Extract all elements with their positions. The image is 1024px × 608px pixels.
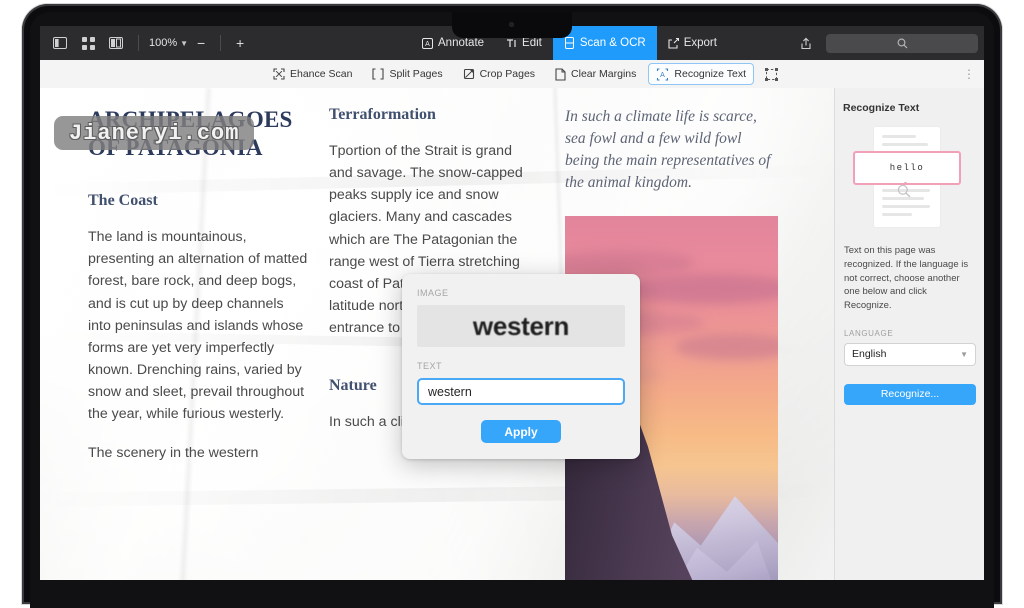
recognize-text-button[interactable]: A Recognize Text: [648, 63, 755, 85]
export-arrow-icon: [668, 37, 679, 49]
search-input[interactable]: [826, 33, 978, 53]
toolbar-left-group: 100% ▼ − +: [40, 31, 251, 55]
tab-edit-label: Edit: [522, 37, 542, 49]
scan-document-icon: [564, 37, 575, 49]
zoom-level-dropdown[interactable]: 100% ▼: [147, 37, 190, 49]
body-paragraph: The scenery in the western: [88, 444, 259, 461]
tab-export-label: Export: [683, 37, 717, 49]
enhance-scan-label: Ehance Scan: [290, 68, 353, 80]
page-layout-icon[interactable]: [102, 31, 130, 55]
language-select[interactable]: English ▼: [844, 342, 976, 366]
crop-pages-button[interactable]: Crop Pages: [455, 63, 543, 85]
document-column-1: ARCHIPELAGOES OF PATAGONIA The Coast The…: [88, 106, 310, 480]
thumb-line: [882, 143, 928, 146]
apply-button[interactable]: Apply: [481, 420, 561, 443]
svg-text:A: A: [425, 41, 430, 48]
clear-margins-icon: [555, 67, 566, 81]
panel-title: Recognize Text: [843, 102, 920, 114]
language-label: LANGUAGE: [844, 328, 894, 338]
section-heading-the-coast: The Coast: [88, 192, 158, 210]
crop-pages-icon: [463, 68, 475, 80]
scan-ocr-subtoolbar: Ehance Scan Split Pages Crop Pages Clear…: [40, 60, 984, 89]
split-pages-label: Split Pages: [389, 68, 443, 80]
cloud-shape: [675, 334, 778, 360]
search-icon: [897, 38, 907, 48]
annotate-a-icon: A: [422, 37, 433, 49]
toolbar-right-group: [792, 26, 978, 60]
camera-notch: [452, 12, 572, 38]
popup-image-preview: western: [417, 305, 625, 347]
recognize-text-icon: A: [656, 67, 669, 81]
popup-text-label: TEXT: [417, 361, 443, 371]
clear-margins-button[interactable]: Clear Margins: [547, 63, 644, 85]
laptop-device: 100% ▼ − + A Annotate Edit Scan & OCR Ex…: [0, 0, 1024, 608]
zoom-level-value: 100%: [149, 37, 178, 49]
subtoolbar-overflow-button[interactable]: ⋮: [963, 67, 976, 81]
split-pages-icon: [372, 68, 385, 80]
magnifier-icon: [897, 184, 911, 198]
cloud-shape: [565, 250, 695, 276]
body-paragraph: The land is mountainous, presenting an a…: [88, 229, 308, 423]
thumb-line: [882, 213, 912, 216]
tab-export[interactable]: Export: [657, 26, 728, 60]
language-value: English: [852, 348, 887, 361]
document-viewport[interactable]: ARCHIPELAGOES OF PATAGONIA The Coast The…: [40, 88, 834, 580]
watermark-text: Jianeryi.com: [69, 120, 240, 146]
thumb-line: [882, 205, 930, 208]
tab-scan-ocr-label: Scan & OCR: [579, 37, 646, 49]
select-area-button[interactable]: [758, 63, 784, 85]
select-area-icon: [764, 67, 778, 81]
chevron-down-icon: ▼: [960, 349, 968, 359]
tab-annotate-label: Annotate: [438, 37, 485, 49]
toolbar-divider-2: [220, 35, 222, 51]
app-screen: 100% ▼ − + A Annotate Edit Scan & OCR Ex…: [40, 26, 984, 580]
section-heading-terraformation: Terraformation: [329, 106, 436, 123]
zoom-out-button[interactable]: −: [190, 32, 212, 54]
chevron-down-icon: ▼: [180, 38, 189, 48]
popup-image-label: IMAGE: [417, 288, 449, 298]
enhance-scan-icon: [273, 68, 285, 80]
popup-text-input[interactable]: [417, 378, 625, 405]
italic-quote-paragraph: In such a climate life is scarce, sea fo…: [565, 108, 771, 191]
webcam-icon: [509, 22, 514, 27]
thumbnail-word: hello: [889, 163, 925, 173]
text-edit-icon: [506, 38, 517, 49]
enhance-scan-button[interactable]: Ehance Scan: [265, 63, 360, 85]
toolbar-divider: [138, 35, 139, 51]
cloud-shape: [625, 274, 778, 304]
popup-image-word: western: [472, 310, 570, 341]
recognize-text-panel: Recognize Text hello Text on this page w…: [834, 88, 984, 580]
clear-margins-label: Clear Margins: [571, 68, 637, 80]
recognize-text-label: Recognize Text: [674, 68, 747, 80]
subtoolbar-items: Ehance Scan Split Pages Crop Pages Clear…: [265, 63, 784, 85]
document-column-3: In such a climate life is scarce, sea fo…: [565, 106, 775, 212]
thumb-line: [882, 135, 916, 138]
panel-thumbnail: hello: [835, 126, 984, 230]
zoom-in-button[interactable]: +: [229, 32, 251, 54]
ocr-correction-popup: IMAGE western TEXT Apply: [402, 274, 640, 459]
recognize-action-button[interactable]: Recognize...: [844, 383, 976, 405]
split-pages-button[interactable]: Split Pages: [364, 63, 450, 85]
thumbnail-highlight-box: hello: [853, 151, 961, 185]
sidebar-panel-icon[interactable]: [46, 31, 74, 55]
panel-description: Text on this page was recognized. If the…: [844, 245, 969, 312]
share-icon[interactable]: [792, 31, 820, 55]
svg-text:A: A: [661, 72, 666, 79]
thumbnail-grid-icon[interactable]: [74, 31, 102, 55]
watermark-badge: Jianeryi.com: [54, 116, 255, 150]
crop-pages-label: Crop Pages: [479, 68, 536, 80]
